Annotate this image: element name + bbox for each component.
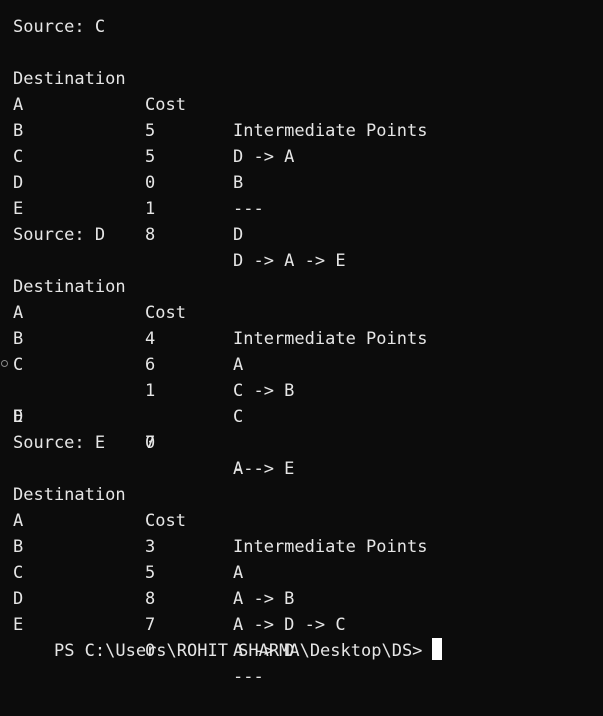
- table-row: A 3 A: [13, 482, 598, 583]
- table-row: C 1 C: [13, 326, 598, 427]
- table-row: E 8 D -> A -> E: [13, 170, 598, 271]
- source-heading: Source: E: [13, 433, 106, 453]
- table-row: B 5 B: [13, 92, 598, 193]
- row-path: ---: [233, 199, 264, 219]
- gutter-circle-icon: [1, 360, 8, 367]
- table-header: Destination Cost Intermediate Points: [13, 248, 598, 349]
- table-row: A 4 A: [13, 274, 598, 375]
- source-heading: Source: C: [13, 17, 106, 37]
- table-row: C 8 A -> D -> C: [13, 534, 598, 635]
- table-header: Destination Cost Intermediate Points: [13, 456, 598, 557]
- table-row: B 5 A -> B: [13, 508, 598, 609]
- terminal-output[interactable]: Source: C Destination Cost Intermediate …: [1, 14, 598, 687]
- row-destination: E: [13, 407, 24, 427]
- table-row: D 7 A -> D: [13, 560, 598, 661]
- prompt-text: PS C:\Users\ROHIT SHARMA\Desktop\DS>: [53, 641, 423, 661]
- prompt-line[interactable]: PS C:\Users\ROHIT SHARMA\Desktop\DS>: [13, 612, 598, 661]
- table-row: E 7 A -> E: [13, 378, 598, 479]
- text-cursor: [432, 638, 443, 660]
- source-heading: Source: D: [13, 225, 106, 245]
- table-row: C 0 ---: [13, 118, 598, 219]
- table-row: D 1 D: [13, 144, 598, 245]
- table-row: B 6 C -> B: [13, 300, 598, 401]
- row-path: C: [233, 407, 244, 427]
- table-row: D 0 ---: [1, 352, 598, 479]
- row-cost: 1: [145, 199, 156, 219]
- table-row: E 0 ---: [13, 586, 598, 687]
- table-row: A 5 D -> A: [13, 66, 598, 167]
- table-header: Destination Cost Intermediate Points: [13, 40, 598, 141]
- row-destination: E: [13, 199, 24, 219]
- row-path: ---: [233, 667, 264, 687]
